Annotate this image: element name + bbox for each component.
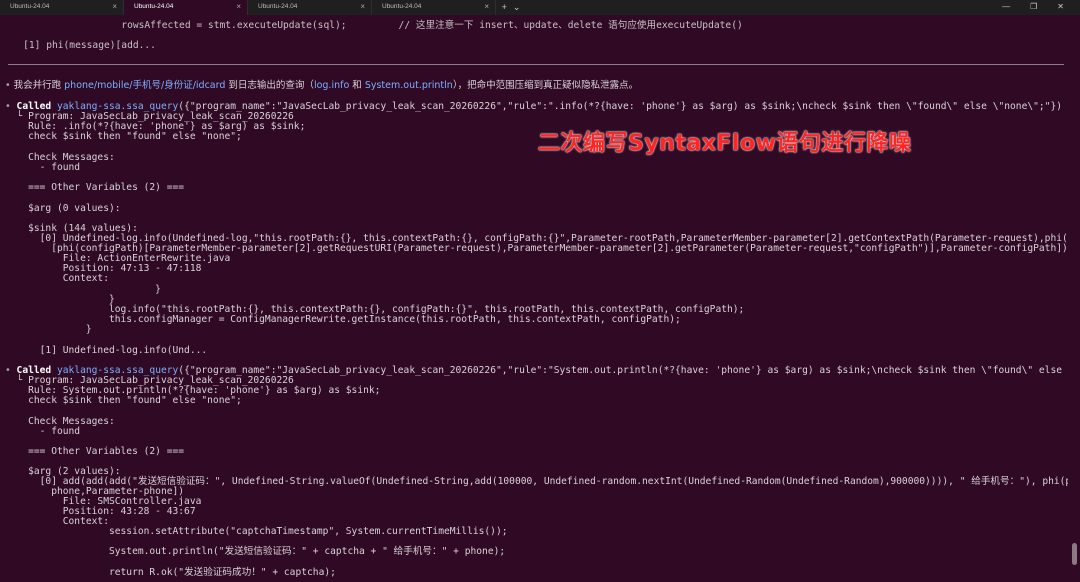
close-icon[interactable]: × [484, 2, 489, 13]
tool-output-line: System.out.println("发送短信验证码：" + captcha … [5, 546, 506, 557]
tab-label: Ubuntu-24.04 [258, 3, 298, 11]
tool-output-line: check $sink then "found" else "none"; [5, 395, 242, 406]
minimize-icon[interactable]: — [1002, 2, 1010, 13]
window-controls: — ❐ ✕ [1002, 0, 1080, 15]
maximize-icon[interactable]: ❐ [1030, 2, 1037, 13]
new-tab-controls: + ⌄ [496, 0, 526, 15]
tab-ubuntu-4[interactable]: Ubuntu-24.04 × [372, 0, 496, 15]
tool-output-line: this.configManager = ConfigManagerRewrit… [5, 314, 681, 325]
tab-ubuntu-2-active[interactable]: Ubuntu-24.04 × [124, 0, 248, 15]
window-close-icon[interactable]: ✕ [1057, 2, 1064, 13]
tab-ubuntu-1[interactable]: Ubuntu-24.04 × [0, 0, 124, 15]
tool-output-line: } [5, 324, 92, 335]
tool-output-line: $arg (0 values): [5, 203, 121, 214]
terminal-output[interactable]: rowsAffected = stmt.executeUpdate(sql); … [0, 15, 1068, 582]
scrollbar-thumb[interactable] [1072, 543, 1077, 565]
chevron-down-icon[interactable]: ⌄ [513, 2, 521, 13]
close-icon[interactable]: × [236, 2, 241, 13]
close-icon[interactable]: × [112, 2, 117, 13]
tab-label: Ubuntu-24.04 [10, 3, 50, 11]
tab-label: Ubuntu-24.04 [382, 3, 422, 11]
tool-output-line: return R.ok("发送验证码成功！" + captcha); [5, 567, 336, 578]
close-icon[interactable]: × [360, 2, 365, 13]
divider [8, 64, 1064, 65]
tab-label: Ubuntu-24.04 [134, 3, 174, 11]
tool-output-line: - found [5, 162, 81, 173]
tab-ubuntu-3[interactable]: Ubuntu-24.04 × [248, 0, 372, 15]
tool-output-line: [1] Undefined-log.info(Und... [5, 345, 208, 356]
code-line: rowsAffected = stmt.executeUpdate(sql); … [0, 20, 743, 31]
assistant-message: • 我会并行跑 phone/mobile/手机号/身份证/idcard 到日志输… [5, 80, 639, 91]
tool-output-line: === Other Variables (2) === [5, 446, 185, 457]
tool-output-line: session.setAttribute("captchaTimestamp",… [5, 526, 508, 537]
plus-icon[interactable]: + [502, 2, 507, 13]
tool-output-line: === Other Variables (2) === [5, 182, 185, 193]
tool-output-line: - found [5, 426, 81, 437]
tool-output-line: Context: [5, 273, 109, 284]
scrollbar[interactable] [1068, 15, 1080, 582]
tab-bar: Ubuntu-24.04 × Ubuntu-24.04 × Ubuntu-24.04… [0, 0, 1080, 15]
tool-output-line: check $sink then "found" else "none"; [5, 131, 242, 142]
annotation-overlay-text: 二次编写SyntaxFlow语句进行降噪 [538, 131, 912, 156]
code-line: [1] phi(message)[add... [0, 40, 156, 51]
